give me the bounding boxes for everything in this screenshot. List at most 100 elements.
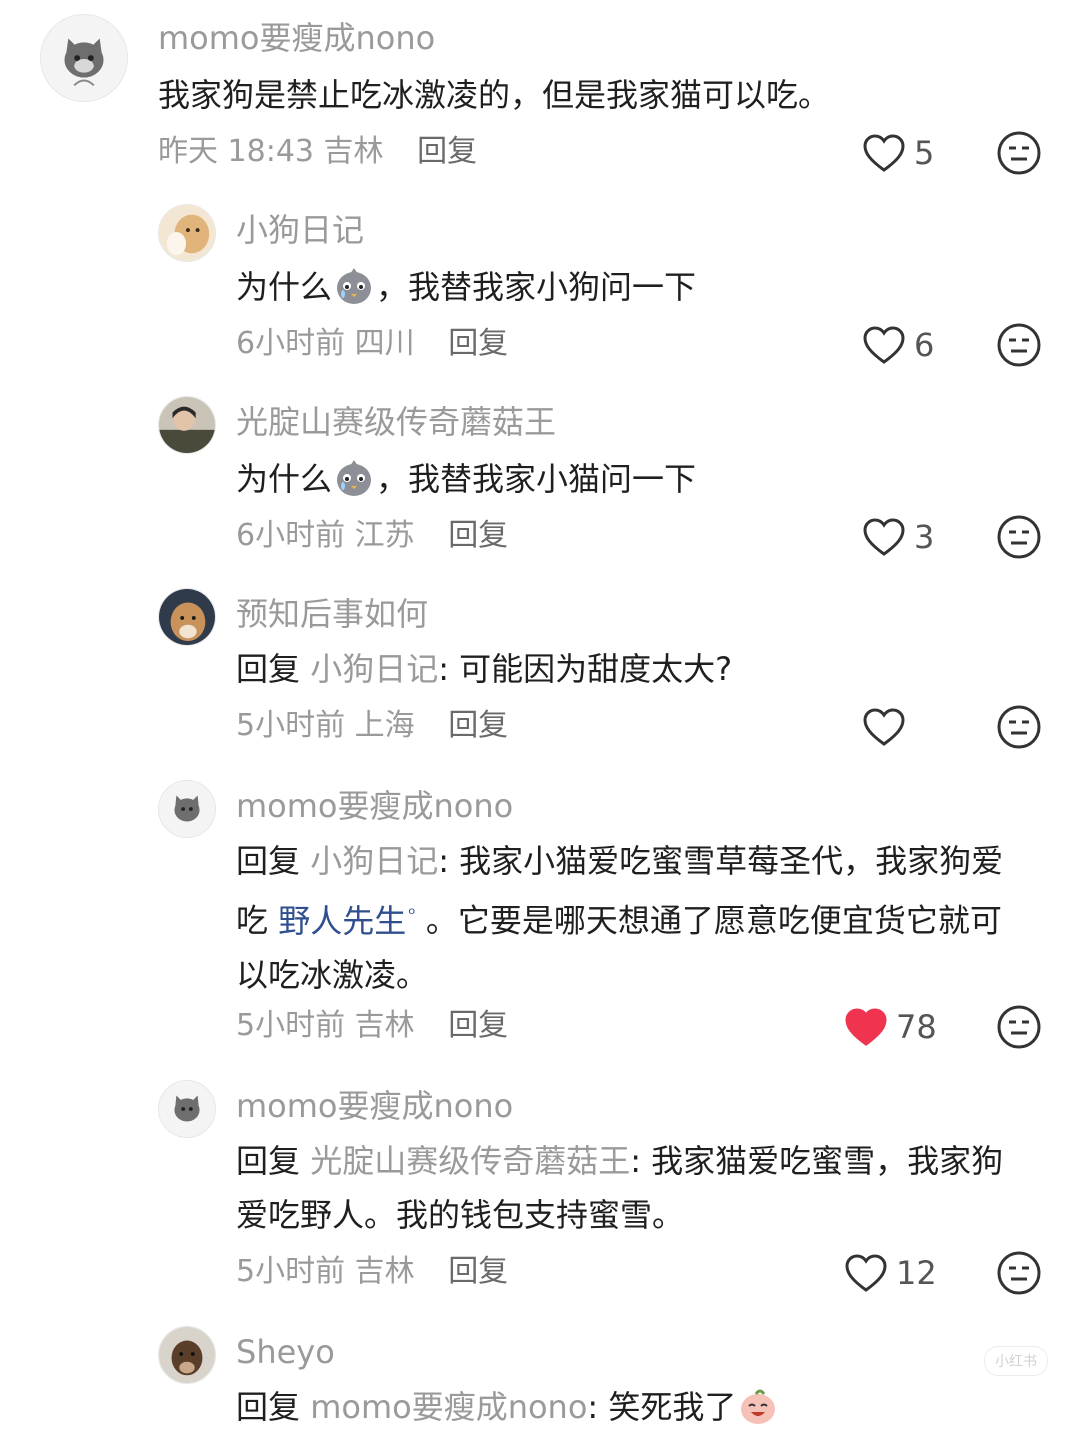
timestamp: 6小时前 <box>236 518 346 553</box>
dislike-button[interactable] <box>996 704 1042 750</box>
dog-avatar-icon <box>159 589 215 645</box>
location: 吉林 <box>354 1008 415 1043</box>
like-count: 6 <box>914 326 935 364</box>
location: 四川 <box>354 326 415 361</box>
like-count: 3 <box>914 518 935 556</box>
avatar[interactable] <box>158 780 216 838</box>
dog-avatar-icon <box>159 1327 215 1383</box>
reply-target-username[interactable]: 光腚山赛级传奇蘑菇王 <box>310 1142 630 1180</box>
unamused-face-icon <box>997 705 1041 749</box>
unamused-face-icon <box>997 515 1041 559</box>
heart-icon <box>845 1254 887 1292</box>
reply-button[interactable]: 回复 <box>448 1254 508 1289</box>
dog-avatar-icon <box>159 205 215 261</box>
comment-meta: 昨天 18:43 吉林 回复 <box>158 132 477 172</box>
location: 上海 <box>354 708 415 743</box>
like-button[interactable]: 78 <box>844 1004 937 1050</box>
avatar[interactable] <box>158 204 216 262</box>
unamused-face-icon <box>997 1251 1041 1295</box>
like-button[interactable]: 3 <box>862 514 934 560</box>
comment-meta: 6小时前 江苏 回复 <box>236 516 508 556</box>
username[interactable]: 预知后事如何 <box>236 594 428 634</box>
avatar[interactable] <box>158 588 216 646</box>
timestamp: 昨天 18:43 <box>158 134 314 169</box>
username[interactable]: 小狗日记 <box>236 210 364 250</box>
heart-icon <box>863 518 905 556</box>
comment-text: 为什么 ，我替我家小猫问一下 <box>236 452 1020 506</box>
watermark-logo: 小红书 <box>984 1346 1048 1376</box>
person-avatar-icon <box>159 397 215 453</box>
laughing-peach-emoji <box>741 1389 776 1424</box>
dislike-button[interactable] <box>996 1250 1042 1296</box>
text-part: : 可能因为甜度太大? <box>438 650 733 688</box>
comment-text: 回复 小狗日记: 我家小猫爱吃蜜雪草莓圣代，我家狗爱吃 野人先生 ᵒ 。它要是哪天… <box>236 834 1020 1002</box>
text-part: 为什么 <box>236 268 333 306</box>
avatar[interactable] <box>40 14 128 102</box>
dislike-button[interactable] <box>996 322 1042 368</box>
username[interactable]: momo要瘦成nono <box>236 1086 513 1126</box>
cat-avatar-icon <box>159 781 215 837</box>
reply-prefix: 回复 <box>236 842 301 880</box>
heart-filled-icon <box>845 1008 887 1046</box>
text-part: : 笑死我了 <box>587 1388 737 1426</box>
avatar[interactable] <box>158 396 216 454</box>
text-part: 为什么 <box>236 460 333 498</box>
reply-target-username[interactable]: momo要瘦成nono <box>310 1388 587 1426</box>
unamused-face-icon <box>997 323 1041 367</box>
comment-meta: 6小时前 四川 回复 <box>236 324 508 364</box>
like-button[interactable]: 6 <box>862 322 934 368</box>
heart-icon <box>863 326 905 364</box>
username[interactable]: momo要瘦成nono <box>158 18 435 58</box>
search-link[interactable]: 野人先生 ᵒ <box>278 902 415 940</box>
like-button[interactable]: 12 <box>844 1250 937 1296</box>
location: 吉林 <box>354 1254 415 1289</box>
timestamp: 6小时前 <box>236 326 346 361</box>
cat-avatar-icon <box>41 15 127 101</box>
heart-icon <box>863 134 905 172</box>
comment-meta: 5小时前 吉林 回复 <box>236 1006 508 1046</box>
reply-button[interactable]: 回复 <box>448 708 508 743</box>
timestamp: 5小时前 <box>236 1008 346 1043</box>
avatar[interactable] <box>158 1326 216 1384</box>
heart-icon <box>863 708 905 746</box>
crying-chick-emoji <box>337 268 372 304</box>
dislike-button[interactable] <box>996 514 1042 560</box>
reply-prefix: 回复 <box>236 650 301 688</box>
reply-prefix: 回复 <box>236 1142 301 1180</box>
reply-prefix: 回复 <box>236 1388 301 1426</box>
like-count: 78 <box>896 1008 937 1046</box>
location: 吉林 <box>323 134 384 169</box>
reply-button[interactable]: 回复 <box>448 326 508 361</box>
location: 江苏 <box>354 518 415 553</box>
dislike-button[interactable] <box>996 130 1042 176</box>
search-icon: ᵒ <box>408 904 416 925</box>
comment-meta: 5小时前 上海 回复 <box>236 706 508 746</box>
crying-chick-emoji <box>337 460 372 496</box>
comment-text: 我家狗是禁止吃冰激凌的，但是我家猫可以吃。 <box>158 76 831 114</box>
reply-button[interactable]: 回复 <box>448 1008 508 1043</box>
like-count: 12 <box>896 1254 937 1292</box>
text-part: ，我替我家小猫问一下 <box>376 460 697 498</box>
cat-avatar-icon <box>159 1081 215 1137</box>
comment-meta: 5小时前 吉林 回复 <box>236 1252 508 1292</box>
username[interactable]: 光腚山赛级传奇蘑菇王 <box>236 402 556 442</box>
dislike-button[interactable] <box>996 1004 1042 1050</box>
text-part: ，我替我家小狗问一下 <box>376 268 697 306</box>
reply-button[interactable]: 回复 <box>448 518 508 553</box>
comment-text: 回复 光腚山赛级传奇蘑菇王: 我家猫爱吃蜜雪，我家狗爱吃野人。我的钱包支持蜜雪。 <box>236 1134 1020 1242</box>
comment-text: 回复 momo要瘦成nono: 笑死我了 <box>236 1380 1020 1434</box>
reply-target-username[interactable]: 小狗日记 <box>310 842 438 880</box>
like-button[interactable] <box>862 704 914 750</box>
username[interactable]: Sheyo <box>236 1332 335 1372</box>
avatar[interactable] <box>158 1080 216 1138</box>
unamused-face-icon <box>997 1005 1041 1049</box>
like-button[interactable]: 5 <box>862 130 934 176</box>
link-text: 野人先生 <box>278 901 407 940</box>
timestamp: 5小时前 <box>236 708 346 743</box>
comment-text: 为什么 ，我替我家小狗问一下 <box>236 260 1020 314</box>
reply-button[interactable]: 回复 <box>417 134 477 169</box>
reply-target-username[interactable]: 小狗日记 <box>310 650 438 688</box>
comment-text: 回复 小狗日记: 可能因为甜度太大? <box>236 642 1020 696</box>
username[interactable]: momo要瘦成nono <box>236 786 513 826</box>
timestamp: 5小时前 <box>236 1254 346 1289</box>
